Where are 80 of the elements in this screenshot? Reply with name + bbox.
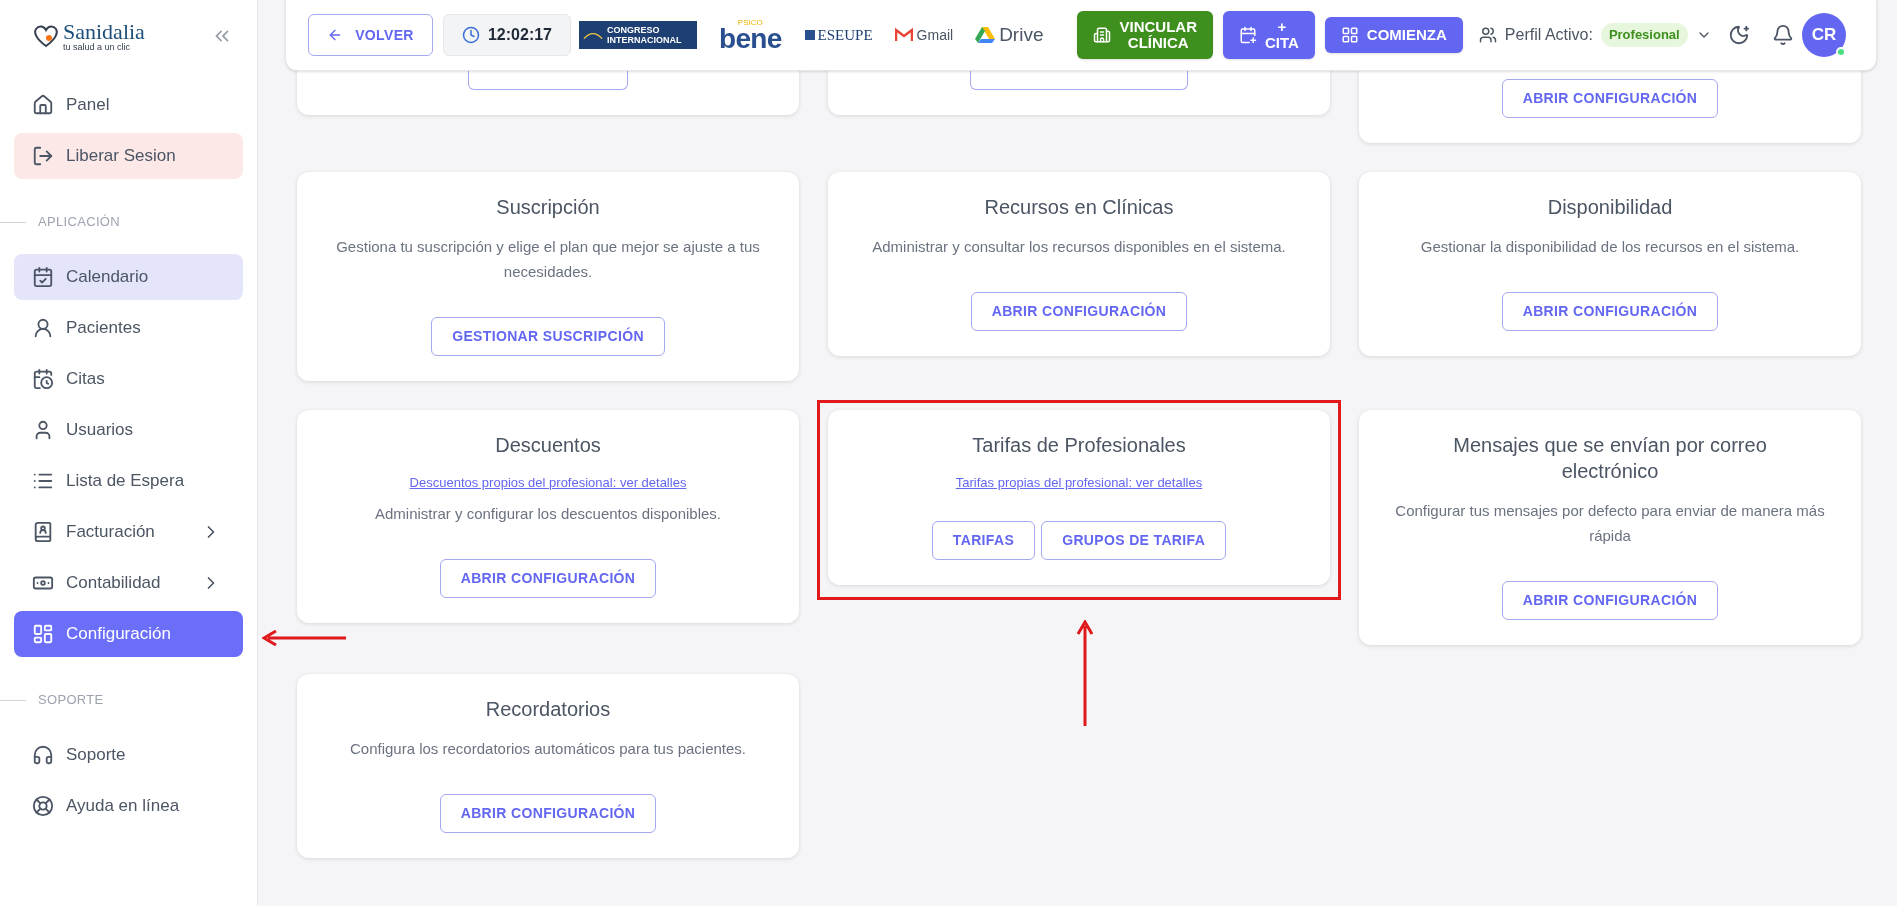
triangle-icon (975, 26, 996, 44)
lifebuoy-icon (32, 795, 54, 817)
clock-icon (461, 26, 480, 44)
card-button[interactable]: ABRIR CONFIGURACIÓN (439, 559, 657, 598)
emblem-icon (803, 28, 816, 42)
profile-label: Perfil Activo: (1504, 25, 1593, 45)
card-button[interactable]: ABRIR CONFIGURACIÓN (1501, 292, 1719, 331)
logo-text: ESEUPE (817, 25, 873, 45)
contact-card-icon (32, 521, 54, 543)
building-icon (1093, 26, 1112, 44)
users-icon (1478, 26, 1497, 44)
nav-item[interactable]: Ayuda en línea (14, 783, 243, 829)
details-link[interactable]: Descuentos propios del profesional: ver detalles (409, 473, 687, 493)
card-button[interactable]: TARIFAS (931, 521, 1036, 560)
bell-icon[interactable] (1771, 24, 1794, 46)
logo-text: bene (719, 27, 782, 51)
card-title: Recursos en Clínicas (983, 195, 1175, 220)
grid-icon (1340, 26, 1359, 44)
clock-display: 12:02:17 (443, 14, 571, 56)
logo-text: PSICO (737, 19, 763, 27)
user-avatar[interactable]: CR (1802, 13, 1846, 57)
nav-item[interactable]: Contabilidad (14, 560, 243, 606)
moon-star-icon[interactable] (1727, 24, 1750, 46)
calendar-plus-icon (1239, 26, 1257, 44)
nav-item[interactable]: Calendario (14, 254, 243, 300)
nav-item[interactable]: Citas (14, 356, 243, 402)
card-button[interactable]: GRUPOS DE TARIFA (1041, 521, 1227, 560)
back-button[interactable]: VOLVER (308, 14, 433, 56)
calendar-clock-icon (32, 368, 54, 390)
nav-item[interactable]: Usuarios (14, 407, 243, 453)
nav-item[interactable]: Configuración (14, 611, 243, 657)
card-title: Recordatorios (484, 697, 612, 722)
logo-text: CONGRESO INTERNACIONAL (607, 25, 683, 45)
card-description: Configurar tus mensajes por defecto para enviar de manera más rápida (1394, 501, 1826, 546)
exit-icon (32, 145, 54, 167)
brand-name: Sanidalia (63, 20, 145, 43)
calendar-icon (32, 266, 54, 288)
logo-text: Drive (999, 22, 1044, 47)
details-link[interactable]: Tarifas propias del profesional: ver detalles (955, 473, 1203, 493)
card-title: Disponibilidad (1546, 195, 1674, 220)
nav-item[interactable]: Panel (14, 82, 243, 128)
home-icon (32, 94, 54, 116)
sunrise-icon (583, 30, 603, 40)
nav-item[interactable]: Soporte (14, 732, 243, 778)
card-button[interactable]: ABRIR CONFIGURACIÓN (1501, 581, 1719, 620)
card-title: Mensajes que se envían por correo electrónico (1452, 433, 1768, 484)
nav-item[interactable]: Liberar Sesion (14, 133, 243, 179)
card-button[interactable]: ABRIR CONFIGURACIÓN (970, 292, 1188, 331)
nav-item[interactable]: Pacientes (14, 305, 243, 351)
profile-badge[interactable]: Profesional (1600, 23, 1688, 47)
card-button[interactable]: GESTIONAR SUSCRIPCIÓN (431, 317, 665, 356)
card-title: Tarifas de Profesionales (971, 433, 1187, 458)
eseupe-logo[interactable]: ESEUPE (803, 23, 873, 47)
card-description: Gestiona tu suscripción y elige el plan que mejor se ajuste a tus necesidades. (335, 237, 761, 282)
nav-item[interactable]: Lista de Espera (14, 458, 243, 504)
congreso-logo[interactable]: CONGRESO INTERNACIONAL (579, 21, 697, 49)
section-heading: APLICACIÓN (38, 213, 120, 232)
brand-tagline: tu salud a un clic (63, 42, 132, 52)
card-title: Descuentos (494, 433, 602, 458)
headphones-icon (32, 744, 54, 766)
card-description: Gestionar la disponibilidad de los recursos en el sistema. (1420, 237, 1800, 257)
dashboard-icon (32, 623, 54, 645)
nav-item[interactable]: Facturación (14, 509, 243, 555)
section-heading: SOPORTE (38, 691, 104, 710)
card-button[interactable]: ABRIR CONFIGURACIÓN (1501, 79, 1719, 118)
gmail-logo[interactable]: Gmail (894, 24, 954, 46)
bene-logo[interactable]: PSICO bene (719, 19, 782, 51)
card-title: Suscripción (495, 195, 601, 220)
action-button[interactable]: VINCULAR CLÍNICA (1077, 11, 1213, 59)
card-description: Administrar y configurar los descuentos disponibles. (375, 504, 721, 524)
card-description: Configura los recordatorios automáticos para tus pacientes. (349, 739, 746, 759)
mail-icon (894, 28, 913, 42)
action-button[interactable]: COMIENZA (1324, 17, 1463, 53)
card-description: Administrar y consultar los recursos disponibles en el sistema. (872, 237, 1286, 257)
user-icon (32, 317, 54, 339)
action-button[interactable]: + CITA (1223, 11, 1315, 59)
card-button[interactable]: ABRIR CONFIGURACIÓN (439, 794, 657, 833)
drive-logo[interactable]: Drive (975, 20, 1044, 50)
heart-logo-icon (33, 24, 59, 48)
logo-text: Gmail (916, 25, 954, 45)
